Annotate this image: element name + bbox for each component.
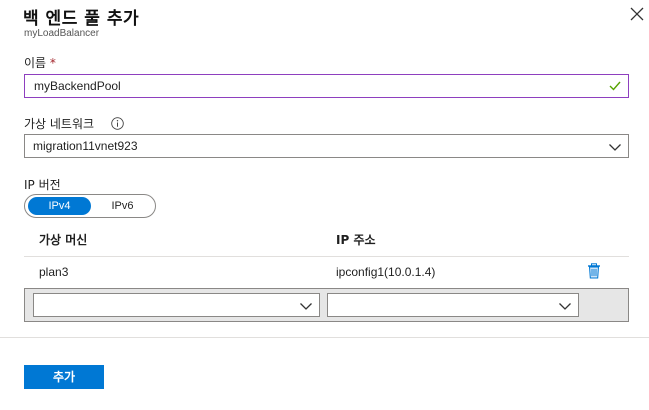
ip-config-select[interactable] xyxy=(327,293,579,317)
ip-version-label: IP 버전 xyxy=(24,178,61,192)
row-ip-config: ipconfig1(10.0.1.4) xyxy=(336,265,436,279)
vm-select[interactable] xyxy=(33,293,320,317)
chevron-down-icon xyxy=(609,144,621,151)
column-header-vm: 가상 머신 xyxy=(39,233,88,247)
vnet-select[interactable]: migration11vnet923 xyxy=(24,134,629,158)
name-input[interactable] xyxy=(25,75,595,97)
row-vm-name: plan3 xyxy=(39,265,69,279)
chevron-down-icon xyxy=(300,303,312,310)
name-label-text: 이름 xyxy=(24,56,47,70)
vnet-label: 가상 네트워크 xyxy=(24,117,95,131)
add-button[interactable]: 추가 xyxy=(24,365,104,389)
close-icon[interactable] xyxy=(628,5,646,23)
column-header-ip: IP 주소 xyxy=(336,233,376,247)
info-icon[interactable] xyxy=(111,117,124,130)
name-field[interactable] xyxy=(24,74,629,98)
trash-icon[interactable] xyxy=(587,263,601,279)
page-title: 백 엔드 풀 추가 xyxy=(23,9,140,29)
ip-version-option-ipv6[interactable]: IPv6 xyxy=(91,197,154,215)
chevron-down-icon xyxy=(559,303,571,310)
ip-version-option-ipv4[interactable]: IPv4 xyxy=(28,197,91,215)
name-label: 이름 * xyxy=(24,54,56,71)
checkmark-icon xyxy=(609,81,621,91)
vnet-select-value: migration11vnet923 xyxy=(33,139,138,153)
new-row xyxy=(24,288,629,322)
footer-divider xyxy=(0,337,649,338)
required-mark: * xyxy=(49,56,56,70)
page-subtitle: myLoadBalancer xyxy=(24,28,100,39)
row-divider xyxy=(24,256,629,257)
ip-version-toggle: IPv4 IPv6 xyxy=(24,194,156,218)
